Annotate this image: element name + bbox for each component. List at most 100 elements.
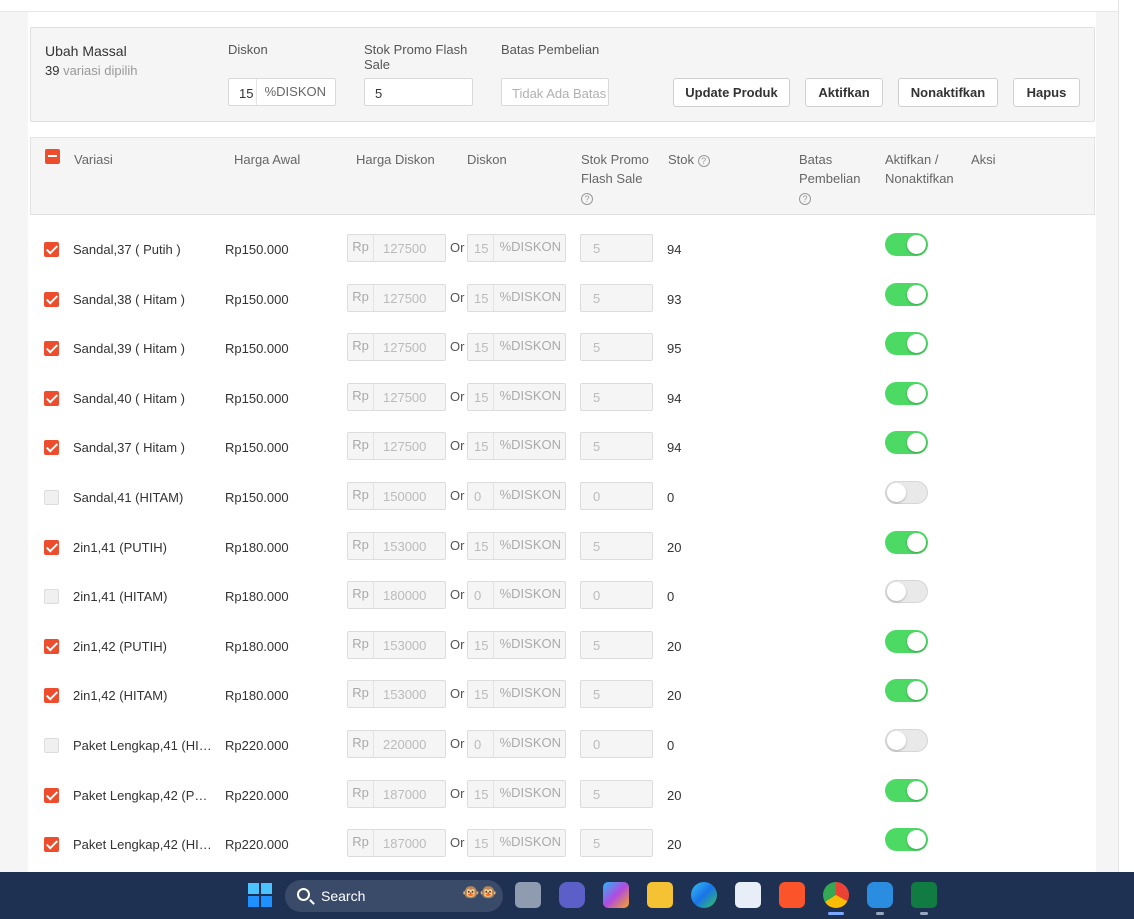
discount-price-input[interactable]: Rp 127500	[347, 333, 446, 361]
promo-stock-input[interactable]: 5	[580, 780, 653, 808]
discount-percent-input[interactable]: 15 %DISKON	[467, 432, 566, 460]
promo-stock-input[interactable]: 5	[580, 631, 653, 659]
file-explorer-icon[interactable]	[647, 882, 673, 908]
discount-suffix: %DISKON	[492, 582, 565, 608]
discount-percent-input[interactable]: 0 %DISKON	[467, 482, 566, 510]
help-icon[interactable]: ?	[581, 192, 593, 205]
row-checkbox[interactable]	[44, 490, 59, 505]
update-product-button[interactable]: Update Produk	[673, 78, 790, 107]
discount-price-input[interactable]: Rp 180000	[347, 581, 446, 609]
help-icon[interactable]: ?	[697, 154, 710, 167]
active-toggle[interactable]	[885, 828, 928, 851]
discount-price-input[interactable]: Rp 127500	[347, 234, 446, 262]
active-toggle[interactable]	[885, 679, 928, 702]
row-checkbox[interactable]	[44, 589, 59, 604]
promo-stock-input[interactable]: 0	[580, 730, 653, 758]
row-checkbox[interactable]	[44, 738, 59, 753]
active-toggle[interactable]	[885, 630, 928, 653]
promo-stock-input[interactable]: 5	[580, 829, 653, 857]
shield-app-icon[interactable]	[867, 882, 893, 908]
discount-price-input[interactable]: Rp 220000	[347, 730, 446, 758]
row-checkbox[interactable]	[44, 837, 59, 852]
discount-price-input[interactable]: Rp 153000	[347, 532, 446, 560]
edge-icon[interactable]	[691, 882, 717, 908]
row-checkbox[interactable]	[44, 688, 59, 703]
discount-percent-input[interactable]: 15 %DISKON	[467, 532, 566, 560]
discount-price-value: 153000	[383, 638, 427, 653]
promo-stock-input[interactable]: 5	[580, 234, 653, 262]
discount-percent-input[interactable]: 15 %DISKON	[467, 631, 566, 659]
promo-stock-value: 5	[593, 340, 601, 355]
active-toggle[interactable]	[885, 233, 928, 256]
promo-stock-input[interactable]: 5	[580, 532, 653, 560]
discount-price-input[interactable]: Rp 150000	[347, 482, 446, 510]
help-icon[interactable]: ?	[799, 192, 811, 205]
active-toggle[interactable]	[885, 481, 928, 504]
active-toggle[interactable]	[885, 382, 928, 405]
task-view-icon[interactable]	[515, 882, 541, 908]
row-checkbox[interactable]	[44, 391, 59, 406]
discount-percent-input[interactable]: 15 %DISKON	[467, 780, 566, 808]
discount-percent-input[interactable]: 15 %DISKON	[467, 333, 566, 361]
row-checkbox[interactable]	[44, 440, 59, 455]
start-icon[interactable]	[247, 882, 273, 908]
discount-suffix: %DISKON	[492, 235, 565, 261]
active-toggle[interactable]	[885, 332, 928, 355]
row-checkbox[interactable]	[44, 540, 59, 555]
row-checkbox[interactable]	[44, 292, 59, 307]
discount-price-input[interactable]: Rp 187000	[347, 780, 446, 808]
row-checkbox[interactable]	[44, 788, 59, 803]
discount-price-input[interactable]: Rp 187000	[347, 829, 446, 857]
discount-percent-input[interactable]: 0 %DISKON	[467, 581, 566, 609]
chrome-icon[interactable]	[823, 882, 849, 908]
active-toggle[interactable]	[885, 779, 928, 802]
active-toggle[interactable]	[885, 729, 928, 752]
active-toggle[interactable]	[885, 531, 928, 554]
store-icon[interactable]	[735, 882, 761, 908]
copilot-icon[interactable]	[603, 882, 629, 908]
promo-stock-input[interactable]: 5	[580, 284, 653, 312]
discount-percent-input[interactable]: 15 %DISKON	[467, 234, 566, 262]
taskbar-search[interactable]: Search 🐵🐵	[285, 880, 503, 912]
select-all-checkbox[interactable]	[45, 149, 60, 164]
row-checkbox[interactable]	[44, 341, 59, 356]
header-limit-label: Batas Pembelian	[799, 152, 861, 186]
discount-percent-value: 0	[474, 588, 482, 603]
bulk-purchase-limit-input[interactable]: Tidak Ada Batas	[501, 78, 609, 106]
brave-icon[interactable]	[779, 882, 805, 908]
promo-stock-input[interactable]: 0	[580, 581, 653, 609]
promo-stock-input[interactable]: 5	[580, 333, 653, 361]
discount-percent-input[interactable]: 15 %DISKON	[467, 680, 566, 708]
activate-button[interactable]: Aktifkan	[805, 78, 883, 107]
currency-prefix: Rp	[348, 433, 374, 459]
discount-price-input[interactable]: Rp 153000	[347, 631, 446, 659]
excel-icon[interactable]	[911, 882, 937, 908]
discount-price-input[interactable]: Rp 127500	[347, 432, 446, 460]
currency-prefix: Rp	[348, 632, 374, 658]
discount-price-input[interactable]: Rp 127500	[347, 383, 446, 411]
promo-stock-input[interactable]: 0	[580, 482, 653, 510]
promo-stock-input[interactable]: 5	[580, 680, 653, 708]
original-price: Rp150.000	[225, 490, 289, 505]
discount-percent-input[interactable]: 15 %DISKON	[467, 383, 566, 411]
active-toggle[interactable]	[885, 431, 928, 454]
bulk-promo-stock-input[interactable]: 5	[364, 78, 473, 106]
promo-stock-input[interactable]: 5	[580, 432, 653, 460]
bulk-discount-input[interactable]: 15 %DISKON	[228, 78, 336, 106]
discount-percent-value: 15	[474, 787, 489, 802]
discount-percent-input[interactable]: 0 %DISKON	[467, 730, 566, 758]
delete-button[interactable]: Hapus	[1013, 78, 1080, 107]
deactivate-button[interactable]: Nonaktifkan	[898, 78, 998, 107]
discount-percent-value: 15	[474, 340, 489, 355]
or-label: Or	[450, 786, 465, 801]
promo-stock-input[interactable]: 5	[580, 383, 653, 411]
row-checkbox[interactable]	[44, 242, 59, 257]
discount-price-input[interactable]: Rp 127500	[347, 284, 446, 312]
discount-percent-input[interactable]: 15 %DISKON	[467, 284, 566, 312]
row-checkbox[interactable]	[44, 639, 59, 654]
active-toggle[interactable]	[885, 580, 928, 603]
active-toggle[interactable]	[885, 283, 928, 306]
discount-percent-input[interactable]: 15 %DISKON	[467, 829, 566, 857]
discount-price-input[interactable]: Rp 153000	[347, 680, 446, 708]
chat-icon[interactable]	[559, 882, 585, 908]
